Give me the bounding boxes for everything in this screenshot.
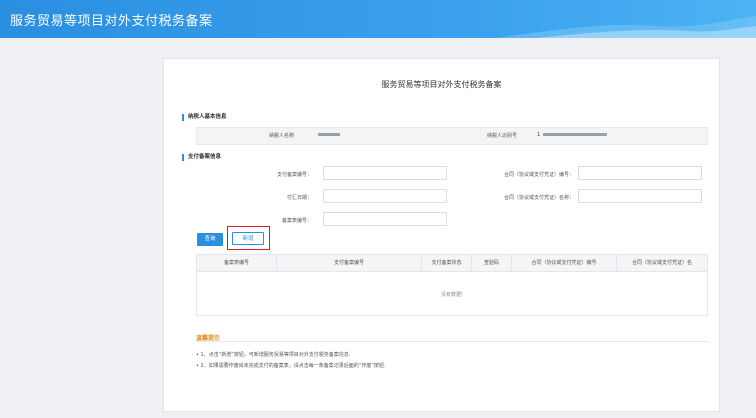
col-verify-code[interactable]: 查验码 — [472, 255, 512, 271]
filing-table: 备案表编号 支付备案编号 支付备案状态 查验码 合同（协议或支付凭证）编号 合同… — [196, 254, 708, 316]
payment-no-label: 支付备案编号： — [276, 172, 312, 178]
col-payment-no[interactable]: 支付备案编号 — [277, 255, 422, 271]
masked-name-bar — [318, 133, 340, 136]
add-button[interactable]: 新增 — [232, 232, 264, 245]
col-filing-no[interactable]: 备案表编号 — [197, 255, 277, 271]
contract-name-input[interactable] — [578, 189, 702, 203]
filing-no-label: 备案表编号： — [281, 218, 312, 224]
filing-no-input[interactable] — [323, 212, 447, 226]
taxpayer-id-label: 纳税人识别号 — [487, 133, 518, 139]
filing-panel: 服务贸易等项目对外支付税务备案 纳税人基本信息 纳税人名称 纳税人识别号 1 支… — [163, 58, 720, 412]
header-wave-decoration — [496, 16, 756, 38]
taxpayer-id-prefix: 1 — [537, 132, 541, 138]
app-title: 服务贸易等项目对外支付税务备案 — [10, 14, 213, 29]
pay-date-label: 付汇日期： — [286, 195, 312, 201]
taxpayer-id-value: 1 — [537, 132, 608, 138]
table-header: 备案表编号 支付备案编号 支付备案状态 查验码 合同（协议或支付凭证）编号 合同… — [197, 255, 707, 272]
payment-no-input[interactable] — [323, 166, 447, 180]
col-contract-no[interactable]: 合同（协议或支付凭证）编号 — [512, 255, 617, 271]
taxpayer-name-value — [315, 132, 340, 138]
tip-item-2: • 2、如果需要作废尚未完成支付的备案表，请点击每一条备案记录后面的“作废”按钮… — [196, 363, 386, 369]
taxpayer-section-title: 纳税人基本信息 — [182, 114, 227, 121]
page-title: 服务贸易等项目对外支付税务备案 — [381, 80, 502, 89]
contract-no-label: 合同（协议或支付凭证）编号： — [503, 172, 574, 178]
contract-name-label: 合同（协议或支付凭证）名称： — [503, 195, 574, 201]
col-payment-status[interactable]: 支付备案状态 — [422, 255, 472, 271]
tip-item-1: • 1、点击“新增”按钮，可新增服务贸易等项目对外支付税务备案信息. — [196, 352, 351, 358]
contract-no-input[interactable] — [578, 166, 702, 180]
taxpayer-info-row: 纳税人名称 纳税人识别号 1 — [196, 127, 708, 145]
tips-divider — [196, 341, 708, 342]
table-empty-text: 没有数据! — [440, 292, 463, 298]
query-button[interactable]: 查询 — [197, 233, 223, 246]
masked-id-bar — [543, 133, 608, 136]
col-contract-name[interactable]: 合同（协议或支付凭证）名 — [617, 255, 707, 271]
top-header-bar: 服务贸易等项目对外支付税务备案 — [0, 0, 756, 38]
taxpayer-name-label: 纳税人名称 — [269, 133, 295, 139]
payment-section-title: 支付备案信息 — [182, 154, 221, 161]
pay-date-input[interactable] — [323, 189, 447, 203]
